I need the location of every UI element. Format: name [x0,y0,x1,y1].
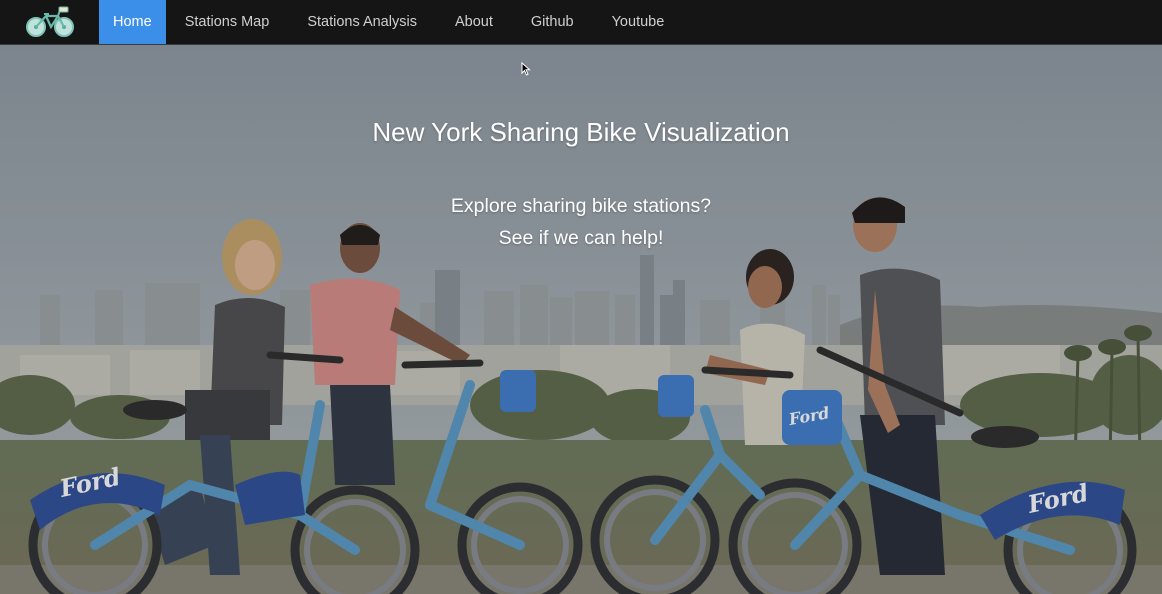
mouse-cursor-icon [521,62,531,76]
bicycle-icon [25,6,74,37]
nav-github[interactable]: Github [512,0,593,44]
nav-about[interactable]: About [436,0,512,44]
nav-home[interactable]: Home [99,0,166,44]
brand-logo[interactable] [0,0,99,44]
hero-subtitle-line2: See if we can help! [498,227,664,249]
nav-stations-map[interactable]: Stations Map [166,0,289,44]
hero-section: Ford Ford Ford New York Sharing Bike Vis… [0,45,1162,594]
hero-subtitle-line1: Explore sharing bike stations? [450,195,712,217]
top-navbar: Home Stations Map Stations Analysis Abou… [0,0,1162,45]
hero-title: New York Sharing Bike Visualization [372,117,790,147]
nav-stations-analysis[interactable]: Stations Analysis [288,0,436,44]
nav-youtube[interactable]: Youtube [593,0,684,44]
